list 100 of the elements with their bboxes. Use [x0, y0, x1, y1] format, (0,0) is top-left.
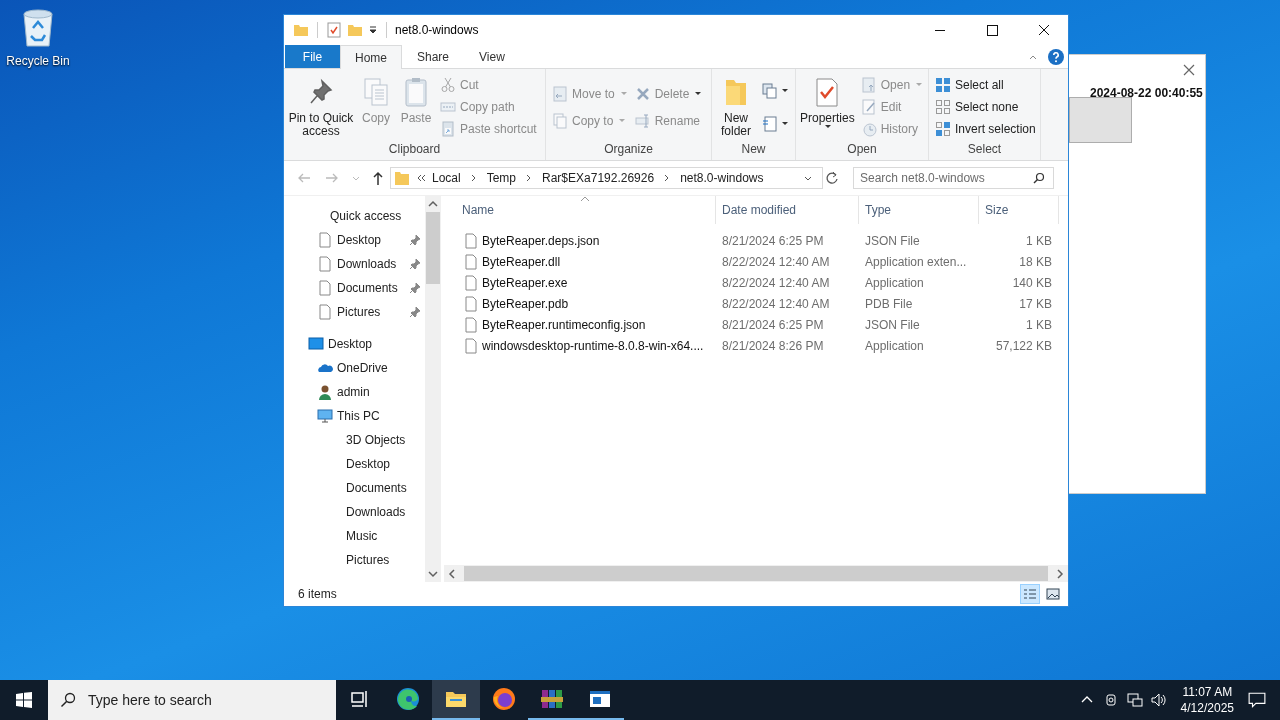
copy-icon: [552, 112, 568, 129]
column-header[interactable]: Name: [456, 196, 716, 224]
document-icon: [762, 115, 778, 132]
nav-item[interactable]: Downloads: [337, 257, 397, 271]
edit-icon: [860, 99, 877, 115]
file-icon: [463, 274, 479, 291]
caret-icon: [782, 121, 788, 126]
file-name[interactable]: ByteReaper.exe: [482, 275, 568, 290]
properties-icon[interactable]: [326, 22, 342, 38]
scrollbar[interactable]: [425, 196, 441, 582]
scroll-thumb[interactable]: [464, 566, 1048, 581]
column-header[interactable]: Date modified: [716, 196, 859, 224]
group-label: Clipboard: [387, 142, 442, 158]
nav-item[interactable]: OneDrive: [337, 361, 388, 375]
caret-icon[interactable]: [804, 174, 812, 182]
breadcrumb[interactable]: Local: [432, 171, 461, 185]
nav-item[interactable]: Documents: [337, 281, 398, 295]
file-icon: [463, 253, 479, 270]
windows-logo-icon[interactable]: [16, 692, 32, 708]
table-cell-text: 17 KB: [1018, 296, 1053, 311]
nav-item[interactable]: 3D Objects: [346, 433, 406, 447]
file-name[interactable]: ByteReaper.pdb: [482, 296, 569, 311]
search-field[interactable]: Search net8.0-windows: [853, 167, 1054, 189]
ribbon-tab[interactable]: File: [285, 45, 340, 68]
clock-time[interactable]: 11:07 AM: [1182, 684, 1233, 700]
file-name[interactable]: windowsdesktop-runtime-8.0.8-win-x64....: [482, 338, 704, 353]
taskbar-search-field[interactable]: Type here to search: [48, 680, 336, 720]
file-name[interactable]: ByteReaper.deps.json: [482, 233, 600, 248]
nav-item[interactable]: Pictures: [346, 553, 390, 567]
clock-icon: [860, 121, 877, 137]
fox-globe-icon: [492, 687, 516, 711]
chevron-icon[interactable]: [526, 174, 533, 182]
pin-button[interactable]: Pin to Quick access: [288, 74, 354, 142]
select-all-button[interactable]: Select all: [933, 76, 1038, 94]
desktop-icon-label[interactable]: Recycle Bin: [6, 54, 70, 68]
nav-item[interactable]: Desktop: [328, 337, 373, 351]
easy-access-button[interactable]: [760, 114, 790, 133]
table-cell-text: 1 KB: [1025, 317, 1053, 332]
nav-item[interactable]: Quick access: [284, 204, 425, 228]
table-cell-text: 8/22/2024 12:40 AM: [721, 254, 831, 269]
refresh-icon[interactable]: [824, 170, 840, 186]
group-label: Select: [966, 142, 1003, 158]
new-folder-button[interactable]: New folder: [716, 74, 756, 142]
select-none-button[interactable]: Select none: [933, 98, 1038, 116]
volume-icon[interactable]: [1150, 692, 1167, 708]
new-item-button[interactable]: [760, 81, 790, 100]
properties-button[interactable]: Properties: [800, 74, 855, 142]
search-icon: [1033, 172, 1045, 184]
ribbon-tab[interactable]: View: [464, 45, 520, 68]
nav-item[interactable]: Music: [346, 529, 378, 543]
file-name[interactable]: ByteReaper.dll: [482, 254, 561, 269]
nav-item[interactable]: Desktop: [337, 233, 382, 247]
breadcrumb[interactable]: Rar$EXa7192.26926: [542, 171, 655, 185]
file-icon: [463, 295, 479, 312]
search-icon: [60, 692, 76, 708]
scroll-thumb[interactable]: [426, 212, 440, 284]
column-header[interactable]: Size: [979, 196, 1059, 224]
breadcrumb[interactable]: Temp: [486, 171, 517, 185]
caret-icon[interactable]: [368, 25, 378, 35]
file-name[interactable]: ByteReaper.runtimeconfig.json: [482, 317, 646, 332]
recycle-bin-icon[interactable]: [20, 6, 56, 48]
nav-item[interactable]: admin: [337, 385, 370, 399]
help-icon[interactable]: [1048, 49, 1064, 65]
table-cell-text: 8/21/2024 8:26 PM: [721, 338, 825, 353]
table-cell-text: 8/21/2024 6:25 PM: [721, 317, 825, 332]
scrollbar[interactable]: [444, 565, 1068, 582]
list-icon: [1023, 588, 1037, 600]
window-title: net8.0-windows: [395, 23, 479, 37]
column-header[interactable]: Type: [859, 196, 979, 224]
table-cell-text: 18 KB: [1018, 254, 1053, 269]
notification-icon[interactable]: [1248, 691, 1266, 709]
column-label: Name: [462, 203, 494, 217]
caret-icon: [825, 125, 832, 129]
document-icon: [317, 256, 333, 272]
network-icon[interactable]: [1126, 692, 1143, 708]
group-label: New: [740, 142, 767, 158]
column-label: Size: [985, 203, 1009, 217]
ribbon-tab[interactable]: Home: [340, 45, 402, 69]
clock-date[interactable]: 4/12/2025: [1180, 700, 1234, 716]
nav-item[interactable]: Desktop: [346, 457, 391, 471]
close-icon[interactable]: [1183, 64, 1195, 76]
breadcrumb[interactable]: net8.0-windows: [680, 171, 764, 185]
document-icon: [317, 232, 333, 248]
address-bar[interactable]: Local Temp Rar$EXa7192.26926 net8.0-windows: [390, 167, 823, 189]
table-cell-text: Application: [864, 275, 925, 290]
caret-icon: [695, 91, 702, 96]
nav-item[interactable]: Documents: [346, 481, 407, 495]
chevron-icon[interactable]: [470, 174, 477, 182]
folder-icon: [394, 170, 410, 186]
shortcut-icon: [440, 121, 456, 137]
file-icon: [463, 232, 479, 249]
nav-item[interactable]: Downloads: [346, 505, 406, 519]
chevron-icon[interactable]: [664, 174, 671, 182]
double-chevron-icon[interactable]: [416, 174, 426, 182]
ribbon-tab[interactable]: Share: [402, 45, 465, 68]
taskbar-explorer-button[interactable]: [432, 680, 480, 720]
item-count: 6 items: [298, 587, 337, 601]
nav-item[interactable]: This PC: [337, 409, 380, 423]
nav-item[interactable]: Pictures: [337, 305, 381, 319]
invert-selection-button[interactable]: Invert selection: [933, 120, 1038, 138]
